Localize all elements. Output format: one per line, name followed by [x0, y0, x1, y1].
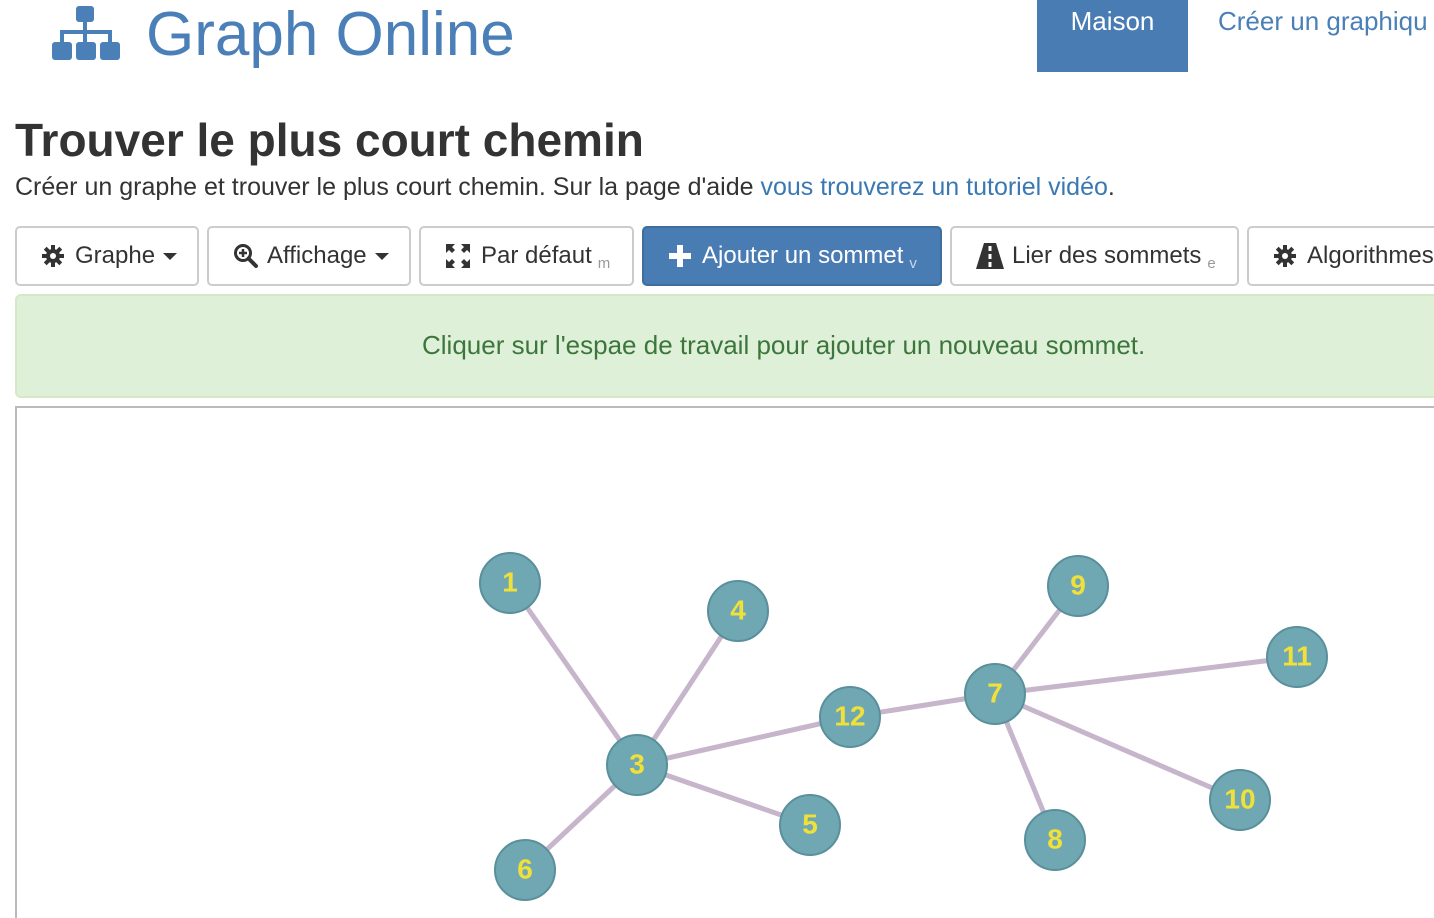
graph-vertex-5[interactable]: 5: [779, 794, 841, 856]
road-icon: [976, 243, 1004, 269]
vertex-label: 1: [502, 566, 518, 597]
vertex-label: 3: [629, 748, 645, 779]
plus-icon: [669, 245, 691, 267]
graph-edges: [507, 581, 1298, 872]
default-view-label: Par défaut: [481, 242, 592, 269]
add-vertex-shortcut: v: [909, 255, 917, 272]
algorithms-menu-button[interactable]: Algorithmes: [1247, 226, 1434, 286]
page: Graph Online Maison Créer un graphiqu Tr…: [0, 0, 1434, 918]
vertex-label: 6: [517, 853, 533, 884]
vertex-label: 12: [834, 700, 865, 731]
graph-vertex-8[interactable]: 8: [1024, 809, 1086, 871]
add-vertex-button[interactable]: Ajouter un sommet v: [642, 226, 942, 286]
chevron-down-icon: [374, 252, 389, 260]
vertex-label: 10: [1224, 783, 1255, 814]
graph-vertex-9[interactable]: 9: [1047, 555, 1109, 617]
fullscreen-icon: [446, 244, 470, 268]
vertex-label: 7: [987, 677, 1003, 708]
display-menu-label: Affichage: [267, 242, 367, 269]
graph-edge-7-11[interactable]: [994, 654, 1298, 697]
link-vertices-button[interactable]: Lier des sommets e: [950, 226, 1239, 286]
vertex-label: 5: [802, 808, 818, 839]
gear-icon: [1274, 245, 1296, 267]
graph-svg[interactable]: 1 3 4 5 6 7 8 9 10 11 12: [17, 408, 1434, 918]
nav-create-graph-link[interactable]: Créer un graphiqu: [1218, 6, 1428, 37]
graph-vertex-11[interactable]: 11: [1266, 626, 1328, 688]
graph-vertex-6[interactable]: 6: [494, 839, 556, 901]
graph-vertex-1[interactable]: 1: [479, 552, 541, 614]
page-subtitle: Créer un graphe et trouver le plus court…: [15, 170, 1115, 204]
vertex-label: 9: [1070, 569, 1086, 600]
graph-vertex-4[interactable]: 4: [707, 580, 769, 642]
info-alert-message: Cliquer sur l'espae de travail pour ajou…: [422, 330, 1146, 360]
site-logo-text[interactable]: Graph Online: [146, 0, 515, 70]
vertex-label: 8: [1047, 823, 1063, 854]
display-menu-button[interactable]: Affichage: [207, 226, 411, 286]
gear-icon: [42, 245, 64, 267]
chevron-down-icon: [163, 252, 178, 260]
subtitle-end: .: [1107, 173, 1115, 201]
algorithms-menu-label: Algorithmes: [1307, 242, 1434, 269]
link-vertices-label: Lier des sommets: [1012, 242, 1202, 269]
zoom-in-icon: [234, 244, 258, 268]
subtitle-text: Créer un graphe et trouver le plus court…: [15, 173, 761, 201]
graph-edge-1-3[interactable]: [507, 581, 640, 767]
graph-edge-3-12[interactable]: [636, 714, 851, 768]
nav-home-link[interactable]: Maison: [1037, 0, 1188, 72]
link-vertices-shortcut: e: [1207, 255, 1216, 272]
video-tutorial-link[interactable]: vous trouverez un tutoriel vidéo: [760, 173, 1107, 201]
vertex-label: 4: [730, 594, 746, 625]
graph-menu-label: Graphe: [75, 242, 156, 269]
sitemap-icon[interactable]: [52, 6, 120, 62]
graph-vertex-12[interactable]: 12: [819, 686, 881, 748]
graph-vertex-3[interactable]: 3: [606, 734, 668, 796]
default-view-button[interactable]: Par défaut m: [419, 226, 634, 286]
graph-workspace-canvas[interactable]: 1 3 4 5 6 7 8 9 10 11 12: [15, 406, 1434, 918]
vertex-label: 11: [1282, 640, 1312, 671]
graph-vertex-10[interactable]: 10: [1209, 769, 1271, 831]
graph-menu-button[interactable]: Graphe: [15, 226, 199, 286]
graph-vertex-7[interactable]: 7: [964, 663, 1026, 725]
page-title: Trouver le plus court chemin: [15, 114, 644, 166]
add-vertex-label: Ajouter un sommet: [702, 242, 904, 269]
default-view-shortcut: m: [597, 255, 611, 272]
